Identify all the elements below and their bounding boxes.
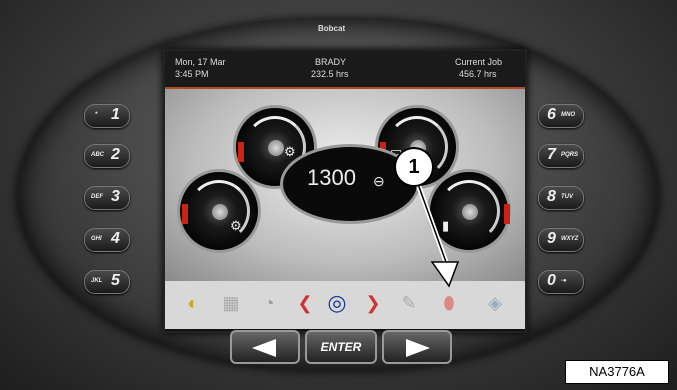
- callout-arrow: [415, 183, 460, 288]
- display-photo: Bobcat * 1 ABC 2 DEF 3 GHI 4 JKL 5 6 MNO…: [0, 0, 677, 390]
- figure-label: NA3776A: [565, 360, 669, 384]
- callout-number: 1: [394, 147, 434, 187]
